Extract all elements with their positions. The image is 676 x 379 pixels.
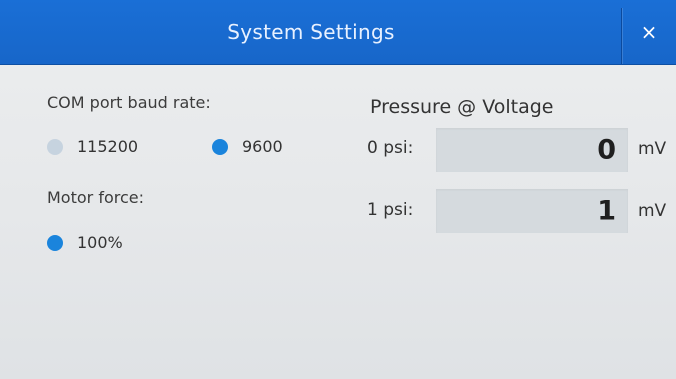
title-bar: System Settings × bbox=[0, 0, 676, 65]
pressure-unit-0psi: mV bbox=[638, 139, 667, 159]
motor-force-option-label: 100% bbox=[77, 233, 123, 252]
motor-force-label: Motor force: bbox=[47, 188, 144, 207]
pressure-value-field-0psi[interactable]: 0 bbox=[436, 128, 628, 172]
baud-option-115200[interactable]: 115200 bbox=[47, 137, 138, 156]
pressure-heading: Pressure @ Voltage bbox=[370, 96, 554, 118]
pressure-value-1psi: 1 bbox=[597, 195, 616, 227]
pressure-unit-1psi: mV bbox=[638, 201, 667, 221]
motor-force-option-100[interactable]: 100% bbox=[47, 233, 123, 252]
radio-selected-icon bbox=[212, 138, 228, 155]
close-icon: × bbox=[640, 20, 658, 44]
dialog-title: System Settings bbox=[227, 20, 395, 44]
pressure-row-label-1psi: 1 psi: bbox=[367, 200, 414, 220]
system-settings-dialog: System Settings × COM port baud rate: 11… bbox=[0, 0, 676, 379]
pressure-value-0psi: 0 bbox=[597, 134, 616, 166]
baud-option-label: 115200 bbox=[77, 137, 139, 156]
pressure-row-label-0psi: 0 psi: bbox=[367, 138, 414, 158]
baud-option-label: 9600 bbox=[242, 137, 283, 156]
radio-unselected-icon bbox=[47, 138, 63, 155]
radio-selected-icon bbox=[47, 234, 63, 251]
pressure-value-field-1psi[interactable]: 1 bbox=[436, 189, 628, 233]
close-button[interactable]: × bbox=[622, 0, 676, 64]
baud-rate-label: COM port baud rate: bbox=[47, 93, 211, 112]
baud-option-9600[interactable]: 9600 bbox=[212, 137, 283, 156]
